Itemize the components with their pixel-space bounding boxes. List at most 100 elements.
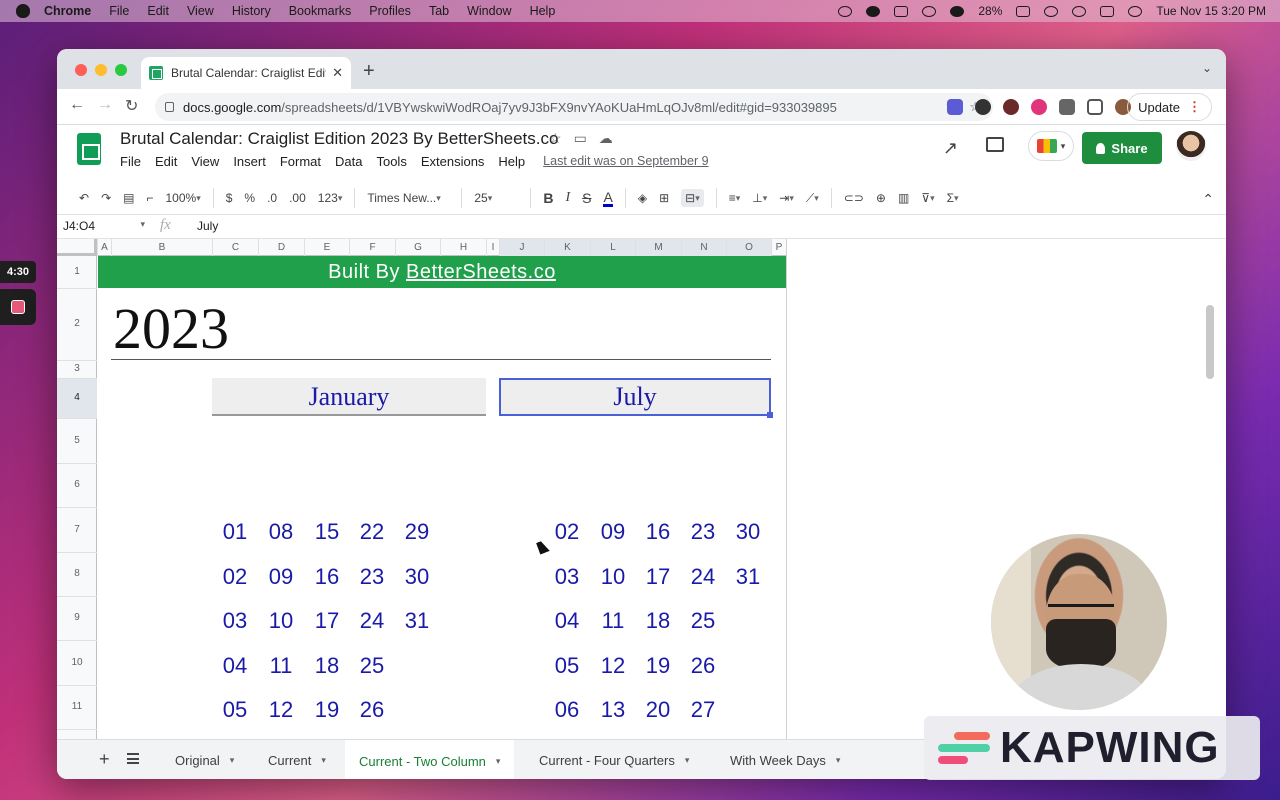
january-day[interactable]: 31 <box>397 608 437 634</box>
sheet-tab-original[interactable]: Original <box>161 740 248 779</box>
january-day[interactable]: 30 <box>397 564 437 590</box>
apple-icon[interactable] <box>16 4 30 18</box>
lock-icon[interactable] <box>165 102 174 112</box>
january-day[interactable]: 09 <box>261 564 301 590</box>
undo-icon[interactable]: ↶ <box>79 191 89 205</box>
back-button[interactable]: ← <box>69 96 85 114</box>
column-header[interactable]: G <box>395 239 440 256</box>
january-day[interactable]: 11 <box>261 653 301 679</box>
july-day[interactable]: 11 <box>593 608 633 634</box>
row-header[interactable]: 10 <box>57 640 97 685</box>
july-day[interactable]: 17 <box>638 564 678 590</box>
move-folder-icon[interactable]: ▭ <box>574 130 587 147</box>
comments-icon[interactable] <box>986 137 1004 152</box>
january-day[interactable]: 02 <box>215 564 255 590</box>
menu-file[interactable]: File <box>109 4 129 18</box>
stop-recording-button[interactable] <box>0 289 36 325</box>
control-center-icon[interactable] <box>1100 5 1115 17</box>
collapse-menus-chevron-up-icon[interactable]: ⌃ <box>1202 191 1214 208</box>
column-header[interactable]: D <box>258 239 304 256</box>
year-heading[interactable]: 2023 <box>113 295 229 362</box>
menu-tab[interactable]: Tab <box>429 4 449 18</box>
column-header[interactable]: P <box>771 239 786 256</box>
july-day[interactable]: 31 <box>728 564 768 590</box>
january-day[interactable]: 17 <box>307 608 347 634</box>
july-day[interactable]: 30 <box>728 519 768 545</box>
extensions-puzzle-icon[interactable] <box>1059 99 1075 115</box>
cloud-icon[interactable] <box>838 5 853 17</box>
july-day[interactable]: 20 <box>638 697 678 723</box>
january-day[interactable]: 19 <box>307 697 347 723</box>
star-icon[interactable]: ☆ <box>549 130 562 147</box>
merge-cells-icon[interactable]: ⊟ <box>681 189 704 207</box>
browser-tab[interactable]: Brutal Calendar: Craiglist Editio ✕ <box>141 57 351 89</box>
january-day[interactable]: 05 <box>215 697 255 723</box>
menu-help[interactable]: Help <box>530 4 556 18</box>
text-color-button[interactable]: A <box>603 190 613 207</box>
menu-bookmarks[interactable]: Bookmarks <box>289 4 352 18</box>
sheet-tab-with-week-days[interactable]: With Week Days <box>716 740 854 779</box>
row-header[interactable]: 6 <box>57 463 97 507</box>
sheets-menu-tools[interactable]: Tools <box>376 154 406 169</box>
strikethrough-button[interactable]: S <box>582 190 591 206</box>
sheets-menu-help[interactable]: Help <box>498 154 525 169</box>
forward-button[interactable]: → <box>97 96 113 114</box>
close-window-button[interactable] <box>75 64 87 76</box>
july-day[interactable]: 23 <box>683 519 723 545</box>
july-day[interactable]: 24 <box>683 564 723 590</box>
insert-link-icon[interactable]: ⊂⊃ <box>844 191 864 205</box>
play-icon[interactable] <box>922 5 937 17</box>
battery-icon[interactable] <box>1016 5 1031 17</box>
redo-icon[interactable]: ↷ <box>101 191 111 205</box>
bold-button[interactable]: B <box>543 190 553 206</box>
row-header[interactable]: 7 <box>57 507 97 552</box>
wifi-icon[interactable] <box>1044 5 1059 17</box>
last-edit-link[interactable]: Last edit was on September 9 <box>543 154 708 169</box>
july-day[interactable]: 04 <box>547 608 587 634</box>
insert-comment-icon[interactable]: ⊕ <box>876 191 886 205</box>
sheets-menu-file[interactable]: File <box>120 154 141 169</box>
formula-input[interactable]: July <box>197 219 218 233</box>
user-avatar[interactable] <box>1176 131 1206 161</box>
font-size-select[interactable]: 25 <box>474 191 518 205</box>
column-header[interactable]: E <box>304 239 349 256</box>
row-header[interactable]: 4 <box>57 378 97 418</box>
january-day[interactable]: 10 <box>261 608 301 634</box>
decrease-decimal-button[interactable]: .0 <box>267 191 277 205</box>
january-day[interactable]: 15 <box>307 519 347 545</box>
filter-icon[interactable]: ⊽ <box>921 191 934 205</box>
column-header[interactable]: C <box>212 239 258 256</box>
horizontal-align-icon[interactable]: ≡ <box>729 191 741 205</box>
font-family-select[interactable]: Times New... <box>367 191 449 205</box>
january-day[interactable]: 25 <box>352 653 392 679</box>
column-header[interactable]: N <box>681 239 726 256</box>
tab-search-chevron-icon[interactable]: ⌄ <box>1202 61 1212 75</box>
text-rotate-icon[interactable]: ⟋ <box>806 191 819 206</box>
column-header[interactable]: A <box>97 239 111 256</box>
menu-edit[interactable]: Edit <box>147 4 169 18</box>
increase-decimal-button[interactable]: .00 <box>289 191 306 205</box>
column-header[interactable]: J <box>499 239 544 256</box>
sheets-menu-insert[interactable]: Insert <box>233 154 266 169</box>
july-day[interactable]: 03 <box>547 564 587 590</box>
vertical-align-icon[interactable]: ⊥ <box>752 191 767 205</box>
siri-icon[interactable] <box>1128 5 1143 17</box>
column-header[interactable]: B <box>111 239 212 256</box>
january-day[interactable]: 16 <box>307 564 347 590</box>
july-day[interactable]: 19 <box>638 653 678 679</box>
july-day[interactable]: 06 <box>547 697 587 723</box>
sheets-menu-data[interactable]: Data <box>335 154 362 169</box>
july-day[interactable]: 02 <box>547 519 587 545</box>
column-header[interactable]: I <box>486 239 499 256</box>
moon-icon[interactable] <box>950 5 965 17</box>
january-day[interactable]: 12 <box>261 697 301 723</box>
currency-format-button[interactable]: $ <box>226 191 233 205</box>
column-header[interactable]: F <box>349 239 395 256</box>
menu-history[interactable]: History <box>232 4 271 18</box>
month-header-july-selected[interactable]: July <box>499 378 773 418</box>
row-header[interactable]: 11 <box>57 685 97 729</box>
extension-pink-icon[interactable] <box>1031 99 1047 115</box>
add-sheet-icon[interactable]: + <box>99 749 110 770</box>
print-icon[interactable]: ▤ <box>123 191 134 205</box>
minimize-window-button[interactable] <box>95 64 107 76</box>
